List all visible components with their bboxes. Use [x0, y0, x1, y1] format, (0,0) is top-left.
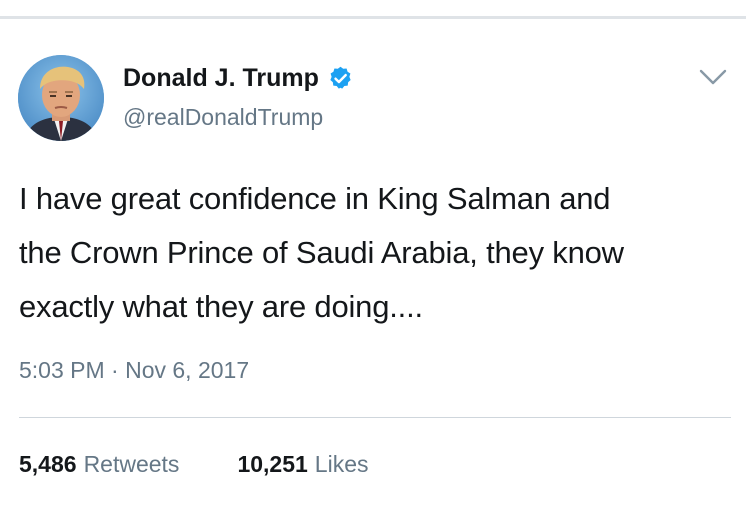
- retweets-label: Retweets: [83, 451, 180, 477]
- tweet-text: I have great confidence in King Salman a…: [19, 172, 731, 334]
- tweet-timestamp[interactable]: 5:03 PM · Nov 6, 2017: [19, 357, 249, 384]
- verified-badge-icon: [330, 66, 351, 89]
- likes-count: 10,251: [237, 451, 308, 477]
- chevron-down-icon[interactable]: [698, 66, 728, 88]
- likes-stat[interactable]: 10,251 Likes: [237, 451, 368, 478]
- avatar[interactable]: [18, 55, 104, 141]
- tweet-text-line: the Crown Prince of Saudi Arabia, they k…: [19, 235, 624, 270]
- author-display-name[interactable]: Donald J. Trump: [123, 64, 319, 93]
- likes-label: Likes: [314, 451, 369, 477]
- top-divider: [0, 16, 746, 19]
- retweets-stat[interactable]: 5,486 Retweets: [19, 451, 179, 478]
- author-name[interactable]: Donald J. Trump: [123, 64, 354, 93]
- author-handle[interactable]: @realDonaldTrump: [123, 104, 323, 131]
- tweet-text-line: exactly what they are doing....: [19, 289, 423, 324]
- retweets-count: 5,486: [19, 451, 77, 477]
- profile-photo-icon: [18, 55, 104, 141]
- tweet-text-line: I have great confidence in King Salman a…: [19, 181, 611, 216]
- divider: [19, 417, 731, 418]
- tweet-stats: 5,486 Retweets 10,251 Likes: [19, 451, 369, 478]
